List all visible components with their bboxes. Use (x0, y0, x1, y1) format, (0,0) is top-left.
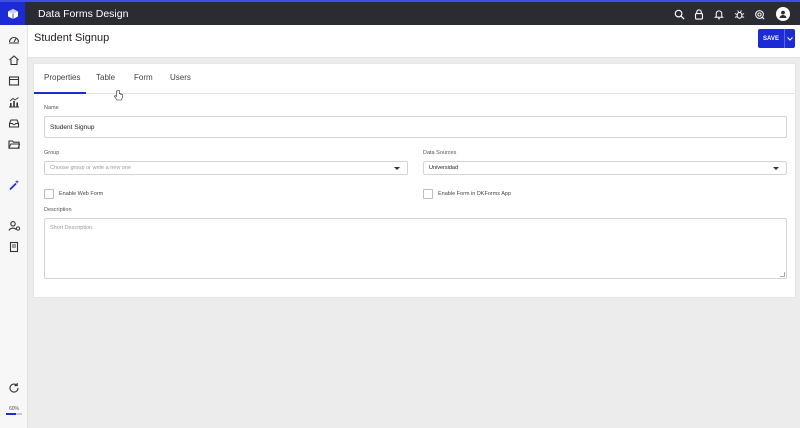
form-properties-card: Properties Table Form Users Name Student… (33, 63, 796, 298)
inbox-icon[interactable] (6, 115, 22, 131)
page-title: Student Signup (34, 32, 110, 44)
user-settings-icon[interactable] (6, 218, 22, 234)
tab-form[interactable]: Form (134, 73, 153, 82)
name-label: Name (44, 105, 59, 111)
bell-icon[interactable] (710, 5, 728, 23)
dashboard-icon[interactable] (6, 31, 22, 47)
name-input[interactable]: Student Signup (44, 116, 787, 138)
description-textarea[interactable]: Short Description. (44, 218, 787, 279)
save-button-group: SAVE (758, 29, 795, 48)
user-avatar-icon[interactable] (776, 7, 790, 21)
chevron-down-icon (787, 36, 793, 41)
description-placeholder: Short Description. (50, 225, 94, 231)
page-header: Student Signup SAVE (28, 25, 800, 58)
save-button[interactable]: SAVE (758, 29, 784, 48)
app-title: Data Forms Design (38, 7, 129, 20)
save-options-button[interactable] (784, 29, 795, 48)
name-value: Student Signup (50, 123, 95, 131)
support-icon[interactable] (750, 5, 768, 23)
data-sources-label: Data Sources (423, 150, 457, 156)
tab-properties[interactable]: Properties (44, 73, 80, 82)
top-bar: Data Forms Design (0, 0, 800, 25)
cube-logo-icon (7, 8, 18, 19)
search-icon[interactable] (670, 5, 688, 23)
enable-web-form-checkbox[interactable] (44, 189, 54, 199)
resize-handle-icon[interactable] (780, 272, 785, 277)
group-placeholder: Choose group or write a new one (50, 165, 132, 171)
app-logo[interactable] (0, 2, 25, 25)
data-sources-value: Universidad (429, 165, 459, 171)
zoom-label: 60% (8, 406, 19, 412)
folder-icon[interactable] (6, 136, 22, 152)
sidebar: 60% (0, 25, 28, 428)
data-sources-select[interactable]: Universidad (423, 161, 787, 175)
book-icon[interactable] (6, 239, 22, 255)
tab-users[interactable]: Users (170, 73, 191, 82)
hand-cursor-icon (114, 90, 123, 101)
enable-app-checkbox[interactable] (423, 189, 433, 199)
group-label: Group (44, 150, 60, 156)
home-icon[interactable] (6, 52, 22, 68)
active-tab-indicator (34, 92, 86, 94)
tab-bar: Properties Table Form Users (34, 64, 795, 94)
group-select[interactable]: Choose group or write a new one (44, 161, 408, 175)
refresh-icon[interactable] (6, 380, 22, 396)
zoom-fill (6, 413, 16, 415)
chevron-down-icon (394, 167, 400, 170)
zoom-bar (6, 413, 22, 415)
magic-wand-icon[interactable] (6, 177, 22, 193)
enable-app-label: Enable Form in DKForms App (438, 191, 512, 197)
bug-icon[interactable] (730, 5, 748, 23)
tab-table[interactable]: Table (96, 73, 115, 82)
lock-icon[interactable] (690, 5, 708, 23)
enable-web-form-label: Enable Web Form (59, 191, 104, 197)
description-label: Description (44, 207, 72, 213)
top-icons (668, 5, 790, 23)
chevron-down-icon (773, 167, 779, 170)
window-icon[interactable] (6, 73, 22, 89)
analytics-icon[interactable] (6, 94, 22, 110)
